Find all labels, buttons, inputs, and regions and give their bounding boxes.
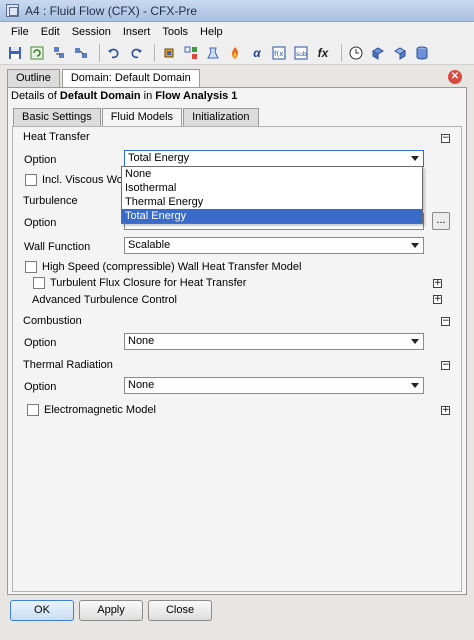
tab-fluid-models[interactable]: Fluid Models	[101, 108, 183, 127]
combustion-option-select[interactable]: None	[124, 333, 424, 350]
menu-file[interactable]: File	[5, 26, 35, 38]
database-icon[interactable]	[413, 44, 431, 62]
heat-transfer-option-select[interactable]: Total Energy	[124, 150, 424, 167]
thermal-radiation-option-select[interactable]: None	[124, 377, 424, 394]
combustion-title: Combustion	[23, 315, 82, 327]
refresh-icon[interactable]	[28, 44, 46, 62]
sub-tabs: Basic Settings Fluid Models Initializati…	[13, 108, 260, 127]
turbulence-ellipsis-button[interactable]: ...	[432, 212, 450, 230]
heat-transfer-collapse-icon[interactable]: −	[441, 134, 450, 143]
flux-closure-label: Turbulent Flux Closure for Heat Transfer	[50, 277, 247, 289]
high-speed-label: High Speed (compressible) Wall Heat Tran…	[42, 261, 302, 273]
chevron-down-icon	[411, 383, 419, 388]
undo-icon[interactable]	[105, 44, 123, 62]
wall-function-value: Scalable	[128, 239, 171, 251]
toolbar-separator	[341, 43, 342, 62]
menu-help[interactable]: Help	[194, 26, 229, 38]
app-icon	[6, 4, 19, 17]
high-speed-checkbox[interactable]	[25, 261, 37, 273]
close-tab-icon[interactable]: ✕	[448, 70, 462, 84]
combustion-option-label: Option	[24, 337, 57, 349]
combustion-collapse-icon[interactable]: −	[441, 317, 450, 326]
thermal-radiation-title: Thermal Radiation	[23, 359, 113, 371]
wall-function-select[interactable]: Scalable	[124, 237, 424, 254]
expression-icon[interactable]: f(x)	[270, 44, 288, 62]
heat-transfer-option-label: Option	[24, 154, 57, 166]
turbulence-title: Turbulence	[23, 195, 78, 207]
menu-insert[interactable]: Insert	[117, 26, 157, 38]
redo-icon[interactable]	[127, 44, 145, 62]
user-function-icon[interactable]: sub	[292, 44, 310, 62]
panel-tabs: Outline Domain: Default Domain	[7, 69, 202, 88]
clock-icon[interactable]	[347, 44, 365, 62]
tab-outline[interactable]: Outline	[7, 69, 60, 87]
tab-domain[interactable]: Domain: Default Domain	[61, 69, 200, 88]
details-analysis: Flow Analysis 1	[155, 90, 238, 102]
heat-transfer-title: Heat Transfer	[23, 131, 90, 143]
toolbar-separator	[154, 43, 155, 62]
chevron-down-icon	[411, 156, 419, 161]
solver-icon[interactable]	[391, 44, 409, 62]
domain-panel: Details of Default Domain in Flow Analys…	[7, 87, 467, 595]
option-total-energy[interactable]: Total Energy	[122, 209, 422, 223]
apply-button[interactable]: Apply	[79, 600, 143, 621]
electromagnetic-label: Electromagnetic Model	[44, 404, 156, 416]
toolbar-separator	[99, 43, 100, 62]
thermal-radiation-option-label: Option	[24, 381, 57, 393]
menu-session[interactable]: Session	[66, 26, 117, 38]
boundary-icon[interactable]	[182, 44, 200, 62]
close-button[interactable]: Close	[148, 600, 212, 621]
option-thermal-energy[interactable]: Thermal Energy	[122, 195, 422, 209]
heat-transfer-option-value: Total Energy	[128, 152, 190, 164]
heat-transfer-option-dropdown: None Isothermal Thermal Energy Total Ene…	[121, 166, 423, 224]
function-icon[interactable]: fx	[314, 44, 332, 62]
wall-function-label: Wall Function	[24, 241, 91, 253]
advanced-turbulence-label: Advanced Turbulence Control	[32, 294, 177, 306]
thermal-radiation-collapse-icon[interactable]: −	[441, 361, 450, 370]
menu-tools[interactable]: Tools	[156, 26, 194, 38]
window-title: A4 : Fluid Flow (CFX) - CFX-Pre	[25, 3, 198, 18]
menu-bar: File Edit Session Insert Tools Help	[0, 22, 474, 41]
chevron-down-icon	[411, 243, 419, 248]
chevron-down-icon	[411, 339, 419, 344]
mesh-icon[interactable]	[369, 44, 387, 62]
turbulence-option-label: Option	[24, 217, 57, 229]
electromagnetic-checkbox[interactable]	[27, 404, 39, 416]
details-mid: in	[140, 90, 156, 102]
advanced-turbulence-expand-icon[interactable]: +	[433, 295, 442, 304]
toolbar: α f(x) sub fx	[0, 41, 474, 65]
tab-basic-settings[interactable]: Basic Settings	[13, 108, 101, 126]
save-icon[interactable]	[6, 44, 24, 62]
tab-initialization[interactable]: Initialization	[183, 108, 259, 126]
details-line: Details of Default Domain in Flow Analys…	[11, 90, 237, 102]
combustion-option-value: None	[128, 335, 155, 347]
ok-button[interactable]: OK	[10, 600, 74, 621]
domain-icon[interactable]	[160, 44, 178, 62]
svg-text:sub: sub	[296, 51, 307, 58]
subdomain-icon[interactable]	[204, 44, 222, 62]
flame-icon[interactable]	[226, 44, 244, 62]
import-icon[interactable]	[50, 44, 68, 62]
thermal-radiation-option-value: None	[128, 379, 155, 391]
export-icon[interactable]	[72, 44, 90, 62]
title-bar: A4 : Fluid Flow (CFX) - CFX-Pre	[0, 0, 474, 22]
details-prefix: Details of	[11, 90, 60, 102]
svg-text:f(x): f(x)	[274, 50, 286, 58]
option-none[interactable]: None	[122, 167, 422, 181]
flux-closure-expand-icon[interactable]: +	[433, 279, 442, 288]
option-isothermal[interactable]: Isothermal	[122, 181, 422, 195]
flux-closure-checkbox[interactable]	[33, 277, 45, 289]
menu-edit[interactable]: Edit	[35, 26, 66, 38]
electromagnetic-expand-icon[interactable]: +	[441, 406, 450, 415]
details-object: Default Domain	[59, 90, 141, 102]
viscous-work-checkbox[interactable]	[25, 174, 37, 186]
variable-icon[interactable]: α	[248, 44, 266, 62]
